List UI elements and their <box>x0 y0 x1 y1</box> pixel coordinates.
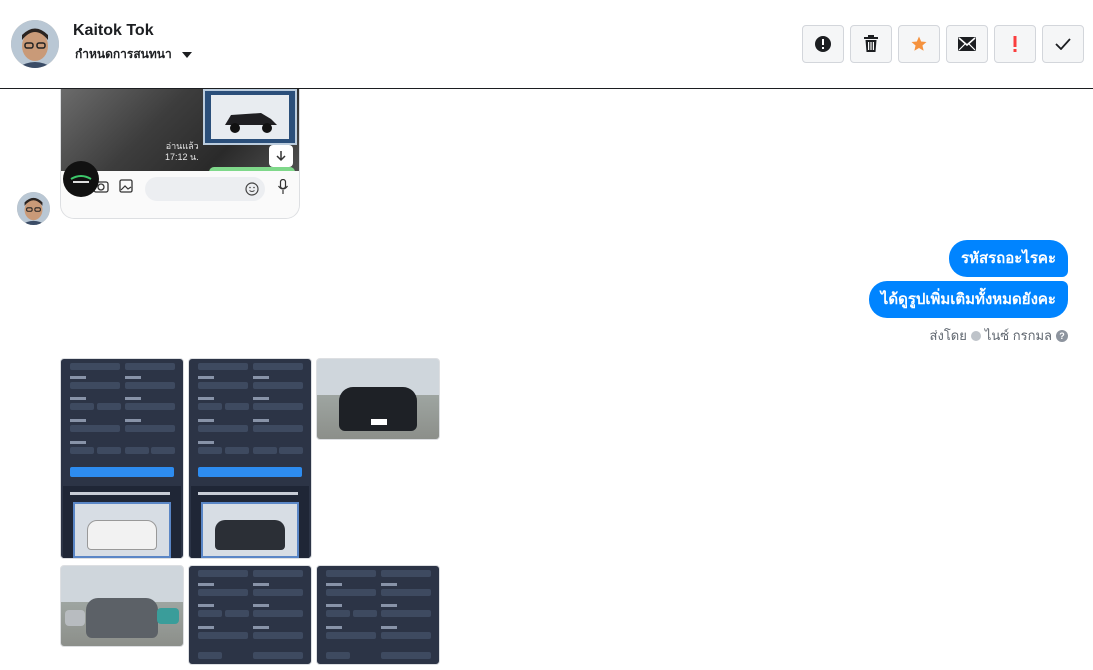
exclamation-icon <box>1013 36 1017 52</box>
delete-button[interactable] <box>850 25 892 63</box>
contact-name[interactable]: Kaitok Tok <box>73 22 154 40</box>
image-attachment[interactable] <box>60 358 184 559</box>
help-icon[interactable]: ? <box>1056 329 1068 342</box>
spam-button[interactable] <box>802 25 844 63</box>
trash-icon <box>864 35 878 52</box>
envelope-icon <box>958 37 976 51</box>
mark-unread-button[interactable] <box>946 25 988 63</box>
chat-input-field <box>145 177 265 201</box>
caret-down-icon <box>181 51 192 58</box>
sent-by-prefix: ส่งโดย <box>929 328 967 343</box>
assign-label: กำหนดการสนทนา <box>75 47 172 61</box>
image-attachment[interactable] <box>60 565 184 647</box>
image-icon <box>119 179 133 193</box>
star-icon <box>911 36 927 51</box>
check-icon <box>1055 38 1071 50</box>
image-attachment[interactable] <box>188 565 312 665</box>
assign-conversation-dropdown[interactable]: กำหนดการสนทนา <box>75 45 192 64</box>
image-attachment[interactable] <box>316 358 440 440</box>
star-button[interactable] <box>898 25 940 63</box>
image-message-screenshot[interactable]: อ่านแล้ว 17:12 น. <box>60 89 300 219</box>
microphone-icon <box>278 179 288 194</box>
contact-avatar[interactable] <box>11 20 59 68</box>
image-attachment[interactable] <box>188 358 312 559</box>
download-button[interactable] <box>269 145 293 167</box>
outgoing-message[interactable]: รหัสรถอะไรคะ <box>949 240 1068 277</box>
verified-dot-icon <box>970 330 981 341</box>
sent-by-info: ส่งโดย ไนซ์ กรกมล ? <box>930 325 1068 346</box>
image-attachment[interactable] <box>316 565 440 665</box>
emoji-icon <box>245 182 259 196</box>
follow-up-button[interactable] <box>994 25 1036 63</box>
conversation-thread[interactable]: อ่านแล้ว 17:12 น. รหัสรถอะไรคะ ได้ดูรูปเ… <box>0 89 1093 670</box>
conversation-header: Kaitok Tok กำหนดการสนทนา <box>0 0 1093 89</box>
car-image-thumbnail <box>203 89 297 145</box>
arrow-down-icon <box>276 151 286 162</box>
sender-name: ไนซ์ กรกมล <box>984 328 1052 343</box>
read-receipt: อ่านแล้ว 17:12 น. <box>165 141 199 162</box>
shop-logo <box>63 161 99 197</box>
contact-avatar-small[interactable] <box>17 192 50 225</box>
outgoing-message[interactable]: ได้ดูรูปเพิ่มเติมทั้งหมดยังคะ <box>868 281 1068 318</box>
conversation-toolbar <box>802 25 1084 63</box>
exclamation-circle-icon <box>815 36 831 52</box>
mark-done-button[interactable] <box>1042 25 1084 63</box>
